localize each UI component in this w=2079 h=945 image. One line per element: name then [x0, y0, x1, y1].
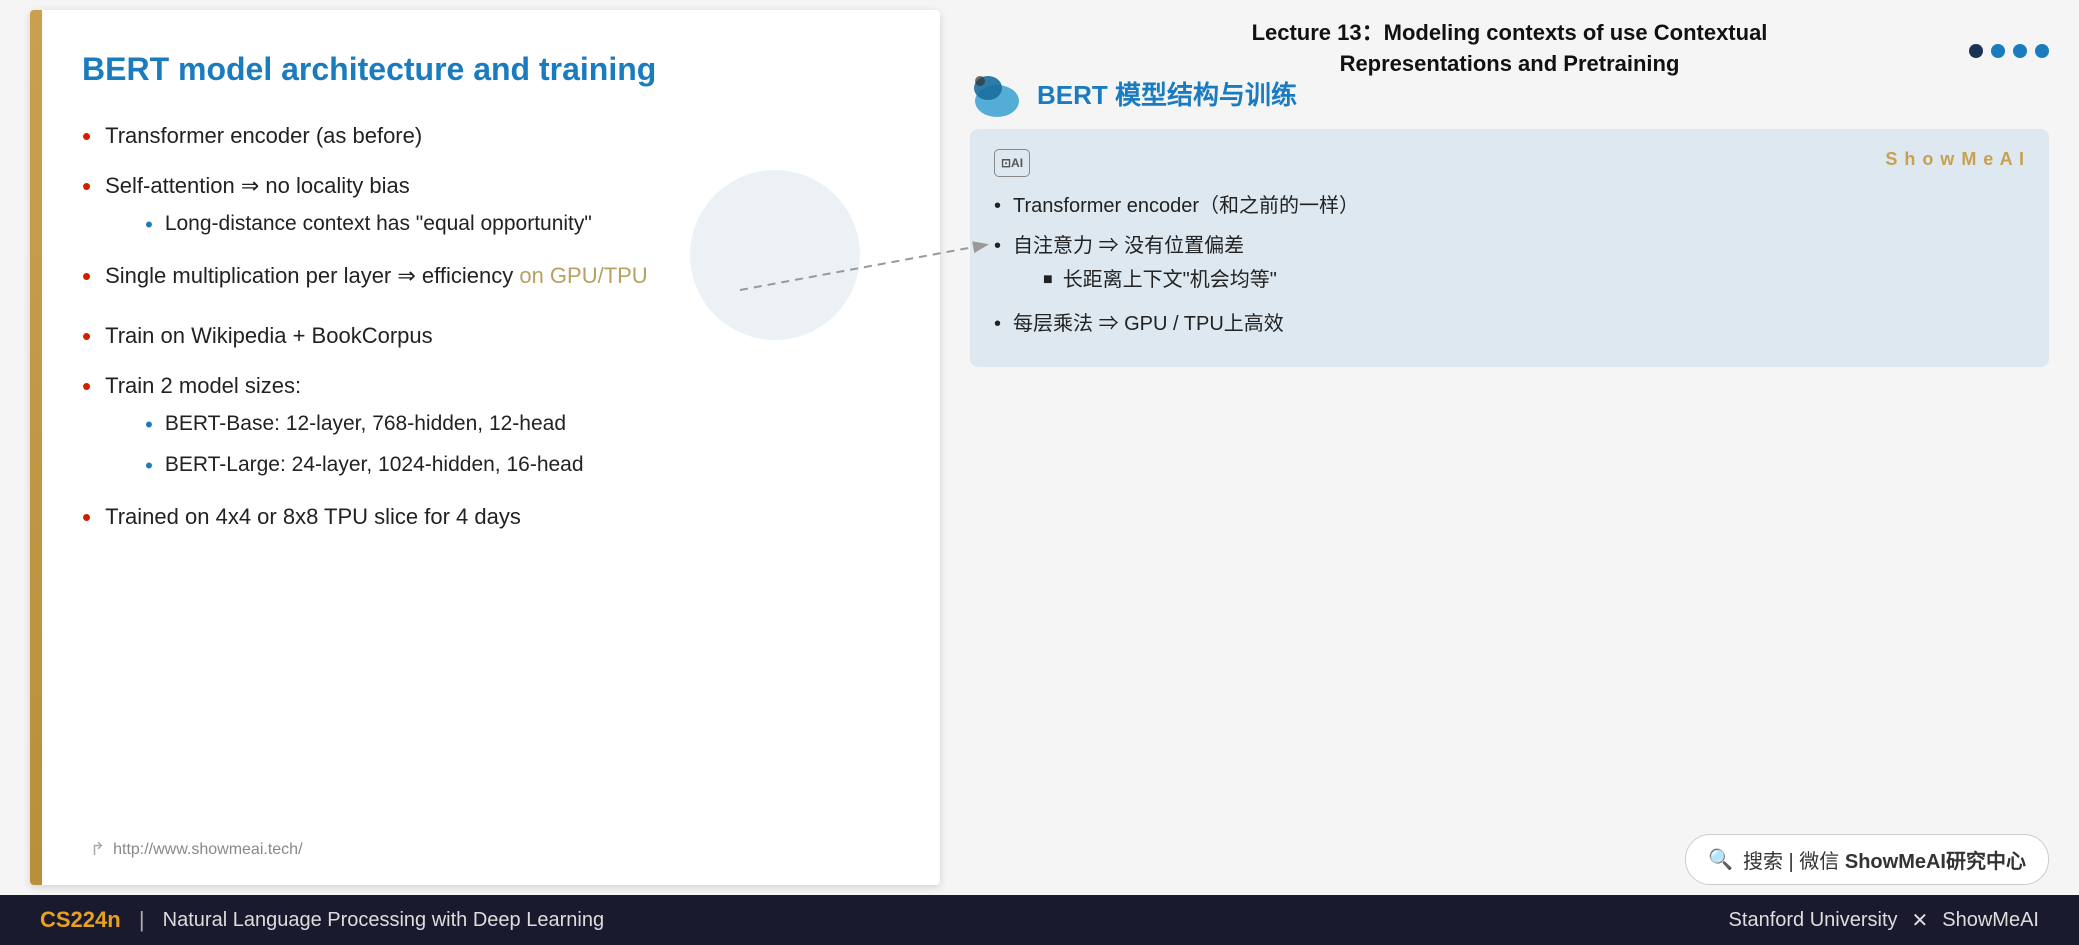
bottom-subtitle: Natural Language Processing with Deep Le…	[163, 909, 604, 932]
trans-list-item: • 每层乘法 ⇒ GPU / TPU上高效	[994, 307, 2025, 341]
trans-sub-text: 长距离上下文"机会均等"	[1063, 263, 1277, 297]
bullet-dot-icon: •	[82, 497, 91, 539]
trans-sub-bullet-icon: ■	[1043, 266, 1053, 293]
slide-content: BERT model architecture and training • T…	[42, 10, 940, 885]
bullet-dot-icon: •	[82, 256, 91, 298]
sub-bullet-icon: •	[145, 207, 153, 242]
sub-bullet-text: BERT-Base: 12-layer, 768-hidden, 12-head	[165, 407, 566, 441]
sub-bullet-text: Long-distance context has "equal opportu…	[165, 207, 592, 241]
search-icon: 🔍	[1708, 847, 1733, 872]
bullet-dot-icon: •	[82, 316, 91, 358]
trans-bullet-icon: •	[994, 189, 1001, 223]
sub-bullet-icon: •	[145, 407, 153, 442]
trans-text: 自注意力 ⇒ 没有位置偏差	[1013, 235, 1244, 257]
bert-section-title: BERT 模型结构与训练	[1037, 75, 1297, 112]
showmeai-watermark: S h o w M e A I	[1885, 149, 2025, 170]
nav-dot-4[interactable]	[2035, 44, 2049, 58]
bert-section-header: BERT 模型结构与训练	[970, 66, 2049, 121]
dots-navigation	[970, 44, 2049, 58]
bullet-dot-icon: •	[82, 166, 91, 208]
trans-bullet-icon: •	[994, 229, 1001, 263]
bottom-bar: CS224n | Natural Language Processing wit…	[0, 895, 2079, 945]
bullet-text: Single multiplication per layer ⇒ effici…	[105, 263, 648, 288]
url-text: http://www.showmeai.tech/	[113, 841, 302, 859]
trans-bullet-icon: •	[994, 307, 1001, 341]
bullet-dot-icon: •	[82, 116, 91, 158]
translation-box: ⊡AI S h o w M e A I • Transformer encode…	[970, 129, 2049, 367]
search-row: 🔍 搜索 | 微信 ShowMeAI研究中心	[970, 794, 2049, 885]
cursor-icon: ↱	[90, 839, 105, 860]
trans-list-item: • Transformer encoder（和之前的一样）	[994, 189, 2025, 223]
trans-list-item: • 自注意力 ⇒ 没有位置偏差 ■ 长距离上下文"机会均等"	[994, 229, 2025, 301]
showmeai-text: ShowMeAI	[1942, 909, 2039, 932]
trans-text: Transformer encoder（和之前的一样）	[1013, 195, 1359, 217]
search-box[interactable]: 🔍 搜索 | 微信 ShowMeAI研究中心	[1685, 834, 2049, 885]
nav-dot-1[interactable]	[1969, 44, 1983, 58]
bottom-left: CS224n | Natural Language Processing wit…	[40, 907, 604, 933]
list-item: • Long-distance context has "equal oppor…	[145, 207, 592, 242]
circle-decoration	[690, 170, 860, 340]
trans-text: 每层乘法 ⇒ GPU / TPU上高效	[1013, 313, 1284, 335]
ai-badge-text: ⊡AI	[1001, 156, 1023, 170]
slide-url: ↱ http://www.showmeai.tech/	[90, 839, 303, 860]
slide-title: BERT model architecture and training	[82, 50, 890, 88]
bullet-dot-icon: •	[82, 366, 91, 408]
list-item: • BERT-Large: 24-layer, 1024-hidden, 16-…	[145, 448, 583, 483]
slide-panel: BERT model architecture and training • T…	[30, 10, 940, 885]
bullet-text: Train 2 model sizes:	[105, 373, 301, 398]
right-content-area: Lecture 13：Modeling contexts of use Cont…	[960, 0, 2079, 895]
bottom-right: Stanford University ✕ ShowMeAI	[1729, 908, 2039, 933]
bullet-text: Train on Wikipedia + BookCorpus	[105, 323, 433, 348]
trans-list-item: ■ 长距离上下文"机会均等"	[1043, 263, 1277, 297]
slide-accent-bar	[30, 10, 42, 885]
ai-badge: ⊡AI	[994, 149, 1030, 177]
nav-dot-2[interactable]	[1991, 44, 2005, 58]
search-text: 搜索 | 微信 ShowMeAI研究中心	[1743, 845, 2026, 874]
list-item: • Transformer encoder (as before)	[82, 118, 890, 158]
bullet-text: Trained on 4x4 or 8x8 TPU slice for 4 da…	[105, 504, 521, 529]
translation-list: • Transformer encoder（和之前的一样） • 自注意力 ⇒ 没…	[994, 189, 2025, 341]
x-separator: ✕	[1912, 908, 1929, 933]
bottom-divider: |	[133, 907, 151, 933]
stanford-university-text: Stanford University	[1729, 909, 1898, 932]
sub-bullet-text: BERT-Large: 24-layer, 1024-hidden, 16-he…	[165, 448, 584, 482]
list-item: • Trained on 4x4 or 8x8 TPU slice for 4 …	[82, 499, 890, 539]
list-item: • Train 2 model sizes: • BERT-Base: 12-l…	[82, 368, 890, 490]
bullet-text: Transformer encoder (as before)	[105, 123, 422, 148]
nav-dot-3[interactable]	[2013, 44, 2027, 58]
bert-icon	[970, 66, 1025, 121]
cs224n-label: CS224n	[40, 907, 121, 933]
bullet-text: Self-attention ⇒ no locality bias	[105, 173, 410, 198]
list-item: • BERT-Base: 12-layer, 768-hidden, 12-he…	[145, 407, 583, 442]
sub-bullet-icon: •	[145, 448, 153, 483]
